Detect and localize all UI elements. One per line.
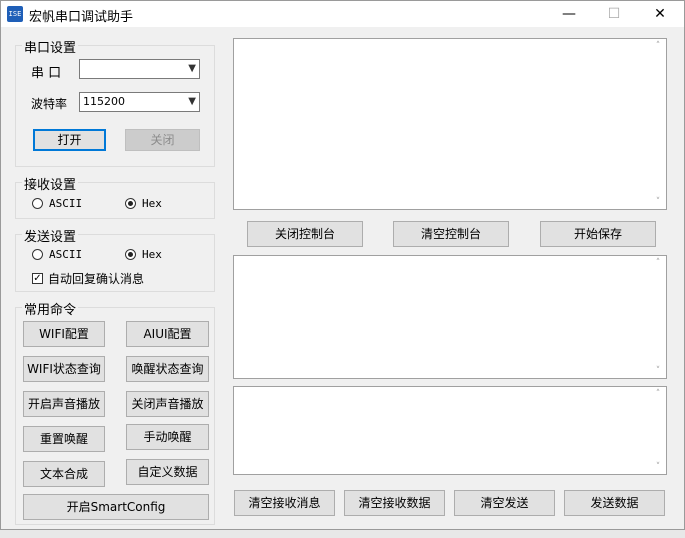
radio-icon [32,249,43,260]
chevron-down-icon: ▼ [188,63,196,74]
commands-title: 常用命令 [22,299,79,318]
send-hex-radio[interactable]: Hex [125,248,162,261]
clear-receive-msg-button[interactable]: 清空接收消息 [234,490,335,516]
send-data-button[interactable]: 发送数据 [564,490,665,516]
scroll-up-icon[interactable]: ˄ [650,258,666,268]
minimize-icon[interactable]: — [546,1,592,27]
scroll-down-icon[interactable]: ˅ [650,197,666,207]
open-port-button[interactable]: 打开 [33,129,106,151]
console-output[interactable]: ˄ ˅ [233,38,667,210]
radio-selected-icon [125,198,136,209]
send-scrollbar[interactable]: ˄ ˅ [650,387,666,474]
baud-select[interactable]: 115200 ▼ [79,92,200,112]
receive-ascii-label: ASCII [49,197,83,210]
wifi-config-button[interactable]: WIFI配置 [23,321,105,347]
maximize-icon[interactable]: ☐ [591,1,637,27]
port-select[interactable]: ▼ [79,59,200,79]
send-settings-title: 发送设置 [22,226,79,245]
auto-reply-checkbox[interactable]: ✓ 自动回复确认消息 [32,270,144,287]
main-window: ISE 宏帆串口调试助手 — ☐ ✕ 串口设置 串 口 ▼ 波特率 115200… [0,0,685,530]
radio-icon [32,198,43,209]
receive-scrollbar[interactable]: ˄ ˅ [650,256,666,378]
disable-audio-button[interactable]: 关闭声音播放 [126,391,209,417]
console-scrollbar[interactable]: ˄ ˅ [650,39,666,209]
receive-hex-radio[interactable]: Hex [125,197,162,210]
send-ascii-radio[interactable]: ASCII [32,248,82,261]
manual-wake-button[interactable]: 手动唤醒 [126,424,209,450]
enable-audio-button[interactable]: 开启声音播放 [23,391,105,417]
serial-settings-title: 串口设置 [22,37,79,56]
send-hex-label: Hex [142,248,162,261]
clear-receive-data-button[interactable]: 清空接收数据 [344,490,445,516]
scroll-down-icon[interactable]: ˅ [650,462,666,472]
reset-wake-button[interactable]: 重置唤醒 [23,426,105,452]
wake-status-button[interactable]: 唤醒状态查询 [126,356,209,382]
checkmark-icon: ✓ [32,273,43,284]
text-synthesis-button[interactable]: 文本合成 [23,461,105,487]
close-icon[interactable]: ✕ [637,1,683,27]
clear-console-button[interactable]: 清空控制台 [393,221,509,247]
window-title: 宏帆串口调试助手 [29,10,134,25]
receive-hex-label: Hex [142,197,162,210]
scroll-down-icon[interactable]: ˅ [650,366,666,376]
custom-data-button[interactable]: 自定义数据 [126,459,209,485]
clear-send-button[interactable]: 清空发送 [454,490,555,516]
receive-output[interactable]: ˄ ˅ [233,255,667,379]
scroll-up-icon[interactable]: ˄ [650,389,666,399]
smartconfig-button[interactable]: 开启SmartConfig [23,494,209,520]
send-ascii-label: ASCII [49,248,83,261]
port-label: 串 口 [31,66,62,81]
receive-ascii-radio[interactable]: ASCII [32,197,82,210]
radio-selected-icon [125,249,136,260]
baud-value: 115200 [83,95,125,108]
auto-reply-label: 自动回复确认消息 [48,272,145,286]
receive-settings-title: 接收设置 [22,174,79,193]
title-bar: ISE 宏帆串口调试助手 — ☐ ✕ [1,1,684,27]
baud-label: 波特率 [31,97,68,111]
send-input[interactable]: ˄ ˅ [233,386,667,475]
close-console-button[interactable]: 关闭控制台 [247,221,363,247]
start-save-button[interactable]: 开始保存 [540,221,656,247]
wifi-status-button[interactable]: WIFI状态查询 [23,356,105,382]
app-icon: ISE [7,6,23,22]
close-port-button[interactable]: 关闭 [125,129,200,151]
aiui-config-button[interactable]: AIUI配置 [126,321,209,347]
scroll-up-icon[interactable]: ˄ [650,41,666,51]
chevron-down-icon: ▼ [188,96,196,107]
